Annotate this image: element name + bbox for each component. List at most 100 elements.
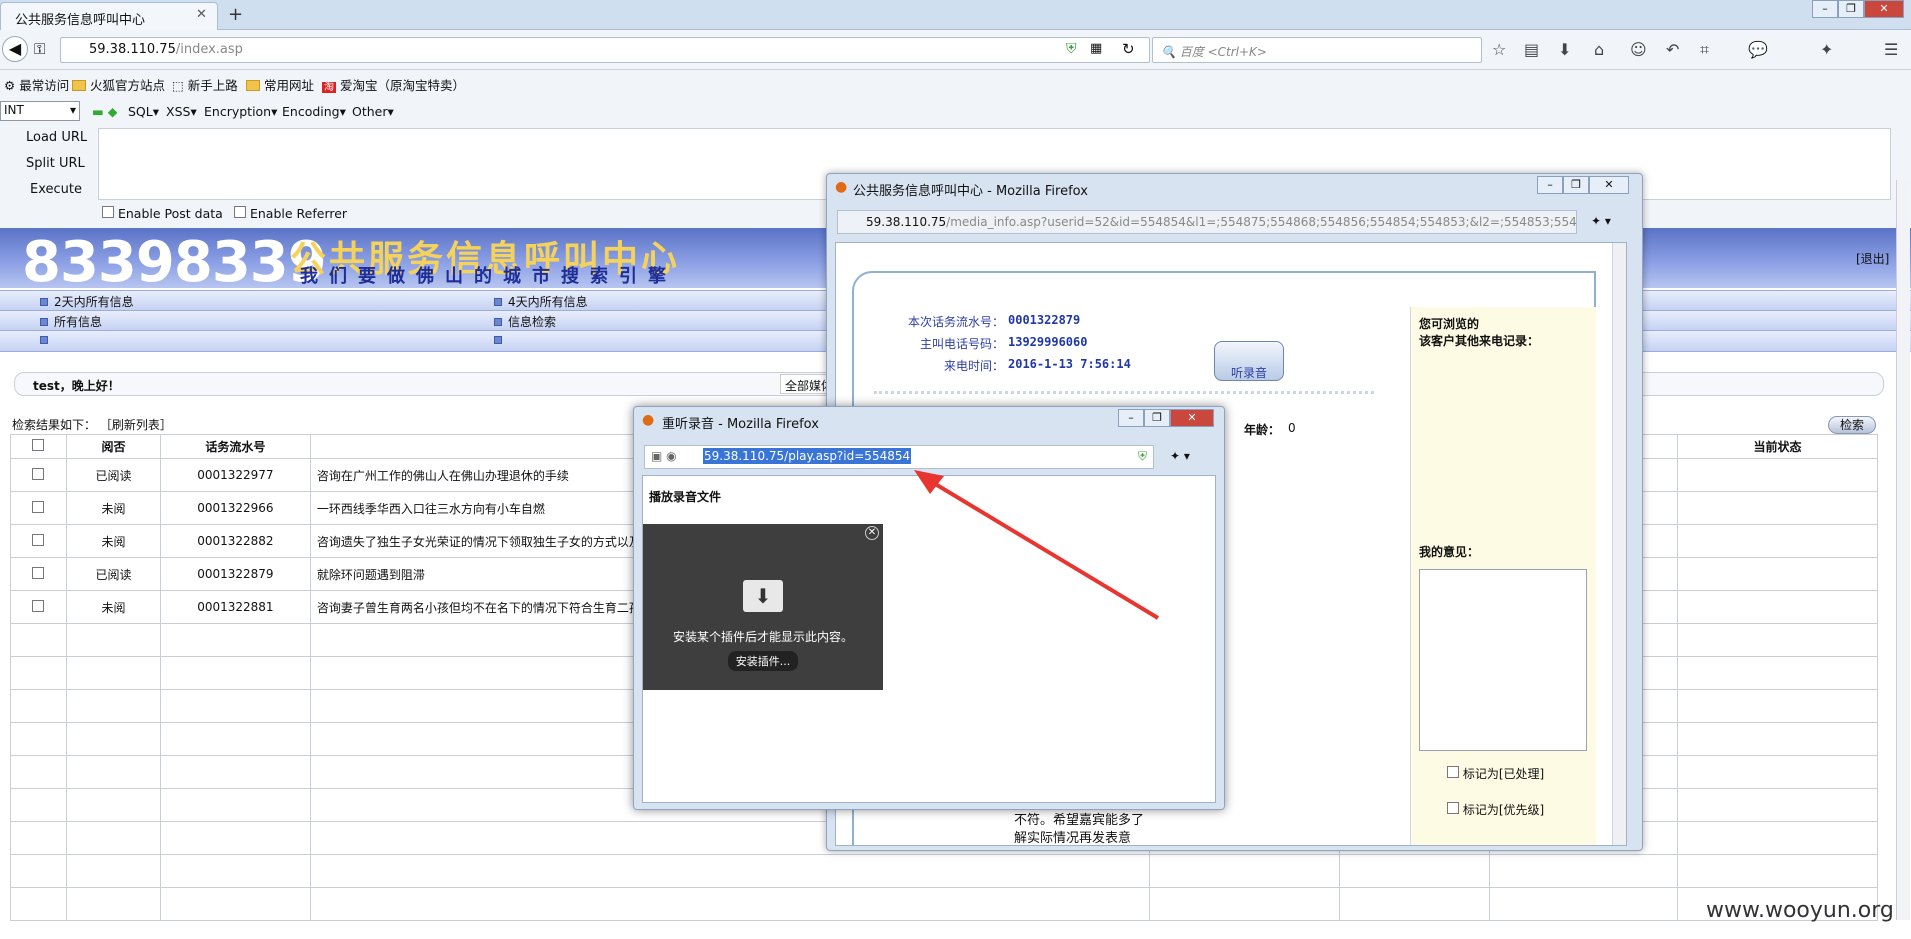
age-value: 0 (1288, 421, 1296, 435)
bubble-icon[interactable]: 💬 (1748, 40, 1768, 59)
menu-label: Encryption (204, 104, 272, 119)
select-all-cell[interactable] (10, 434, 67, 459)
bookmark-getting-started[interactable]: ⬚ 新手上路 (172, 75, 238, 94)
menu-icon[interactable]: ☰ (1884, 40, 1898, 59)
maximize-icon[interactable]: ❐ (1838, 0, 1864, 18)
cell-empty (65, 656, 161, 690)
star-icon[interactable]: ☆ (1492, 40, 1506, 59)
bullet-icon (40, 318, 48, 326)
bookmark-most-visited[interactable]: ⚙ 最常访问 (4, 75, 69, 94)
search-button[interactable]: 检索 (1828, 416, 1876, 434)
cell-empty (1677, 623, 1878, 657)
checkbox-icon (32, 500, 45, 513)
opinion-textarea[interactable] (1419, 569, 1587, 751)
enable-referrer-checkbox[interactable]: Enable Referrer (234, 206, 347, 221)
menu-item-search[interactable]: 信息检索 (494, 313, 556, 330)
close-window-icon[interactable]: ✕ (1589, 176, 1629, 194)
reload-icon[interactable]: ↻ (1122, 40, 1135, 58)
close-window-icon[interactable]: ✕ (1170, 409, 1214, 427)
cell-empty (159, 854, 311, 888)
plugin-icon[interactable]: ✦ (1820, 40, 1833, 59)
close-icon[interactable]: ✕ (865, 526, 879, 540)
taobao-icon: 淘 (322, 82, 336, 93)
close-window-icon[interactable]: ✕ (1864, 0, 1904, 18)
url-bar[interactable]: 59.38.110.75/index.asp (60, 37, 1150, 63)
row-checkbox[interactable] (10, 458, 67, 492)
bookmark-label: 爱淘宝（原淘宝特卖） (339, 78, 465, 93)
bookmark-label: 新手上路 (187, 78, 238, 93)
cell-read: 未阅 (65, 491, 161, 525)
cell-empty (1677, 722, 1878, 756)
tab-close-icon[interactable]: ✕ (196, 7, 207, 22)
plugin-download-icon: ⬇ (743, 580, 783, 612)
bookmark-aitaobao[interactable]: 淘 爱淘宝（原淘宝特卖） (322, 75, 465, 94)
menu-encryption[interactable]: Encryption▾ (204, 104, 277, 119)
menu-sql[interactable]: SQL▾ (128, 104, 159, 119)
new-tab-icon[interactable]: + (228, 4, 243, 25)
page-scrollbar[interactable] (1896, 180, 1910, 920)
reader-icon[interactable]: ▤ (1524, 40, 1539, 59)
row-checkbox[interactable] (10, 524, 67, 558)
missing-plugin-box: ✕ ⬇ 安装某个插件后才能显示此内容。 安装插件... (643, 524, 883, 690)
shield-icon: ⛨ (1066, 41, 1077, 57)
load-url-button[interactable]: Load URL (26, 130, 87, 145)
row-checkbox[interactable] (10, 590, 67, 624)
bookmark-firefox-site[interactable]: 火狐官方站点 (72, 75, 165, 94)
search-placeholder: 百度 <Ctrl+K> (1179, 45, 1267, 59)
menu-item-empty[interactable] (40, 333, 54, 347)
download-icon[interactable]: ⬇ (1558, 40, 1571, 59)
maximize-icon[interactable]: ❐ (1563, 176, 1589, 194)
plugin-icon[interactable]: ✦ ▾ (1591, 214, 1611, 228)
cell-empty (1339, 887, 1491, 921)
tab-active[interactable]: 公共服务信息呼叫中心 (0, 2, 218, 30)
results-label: 检索结果如下： ［刷新列表］ (12, 416, 172, 433)
cell-serial: 0001322966 (159, 491, 311, 525)
serial-label: 本次话务流水号： (907, 315, 1004, 329)
arrow-head (914, 470, 944, 494)
row-checkbox[interactable] (10, 491, 67, 525)
bookmarks-bar: ⚙ 最常访问 火狐官方站点 ⬚ 新手上路 常用网址 淘 爱淘宝（原淘宝特卖） (0, 70, 1911, 98)
caller-history-panel: 您可浏览的 该客户其他来电记录： 我的意见： 标记为[已处理] 标记为[优先级] (1410, 307, 1596, 845)
mark-priority-checkbox[interactable]: 标记为[优先级] (1447, 801, 1544, 818)
maximize-icon[interactable]: ❐ (1144, 409, 1170, 427)
mark-processed-checkbox[interactable]: 标记为[已处理] (1447, 765, 1544, 782)
scrollbar[interactable] (1612, 243, 1626, 845)
cell-empty (159, 623, 311, 657)
qr-icon[interactable]: ▦ (1090, 41, 1102, 56)
menu-encoding[interactable]: Encoding▾ (282, 104, 346, 119)
url-bar[interactable]: 59.38.110.75/media_info.asp?userid=52&id… (837, 210, 1577, 234)
crop-icon[interactable]: ⌗ (1700, 40, 1709, 60)
undo-icon[interactable]: ↶ (1666, 40, 1679, 59)
cell-read: 已阅读 (65, 458, 161, 492)
toggle-icon[interactable]: ▬ ◆ (92, 104, 117, 119)
cell-empty (65, 854, 161, 888)
type-select[interactable]: INT ▾ (0, 101, 80, 121)
menu-xss[interactable]: XSS▾ (166, 104, 197, 119)
menu-item-all[interactable]: 所有信息 (40, 313, 102, 330)
search-input[interactable]: 🔍 百度 <Ctrl+K> (1152, 37, 1482, 63)
bookmark-label: 火狐官方站点 (90, 78, 166, 93)
back-icon[interactable]: ◀ (2, 36, 28, 62)
minimize-icon[interactable]: – (1812, 0, 1838, 18)
listen-recording-button[interactable]: 听录音 (1214, 341, 1284, 381)
key-icon: ⚿ (34, 40, 46, 58)
execute-button[interactable]: Execute (30, 182, 82, 197)
logout-link[interactable]: [退出] (1856, 250, 1889, 267)
content-text: 解实际情况再发表意 (1014, 831, 1132, 846)
menu-item-2days[interactable]: 2天内所有信息 (40, 293, 134, 310)
column-header: 当前状态 (1677, 434, 1878, 459)
chat-icon[interactable]: ☺ (1630, 40, 1647, 59)
split-url-button[interactable]: Split URL (26, 156, 85, 171)
install-plugin-button[interactable]: 安装插件... (727, 651, 799, 671)
cell-empty (159, 887, 311, 921)
refresh-link[interactable]: ［刷新列表］ (100, 418, 172, 432)
minimize-icon[interactable]: – (1118, 409, 1144, 427)
menu-item-empty[interactable] (494, 333, 508, 347)
menu-other[interactable]: Other▾ (352, 104, 394, 119)
enable-post-checkbox[interactable]: Enable Post data (102, 206, 223, 221)
minimize-icon[interactable]: – (1537, 176, 1563, 194)
menu-item-4days[interactable]: 4天内所有信息 (494, 293, 588, 310)
row-checkbox[interactable] (10, 557, 67, 591)
bookmark-common-sites[interactable]: 常用网址 (246, 75, 314, 94)
home-icon[interactable]: ⌂ (1594, 40, 1604, 59)
